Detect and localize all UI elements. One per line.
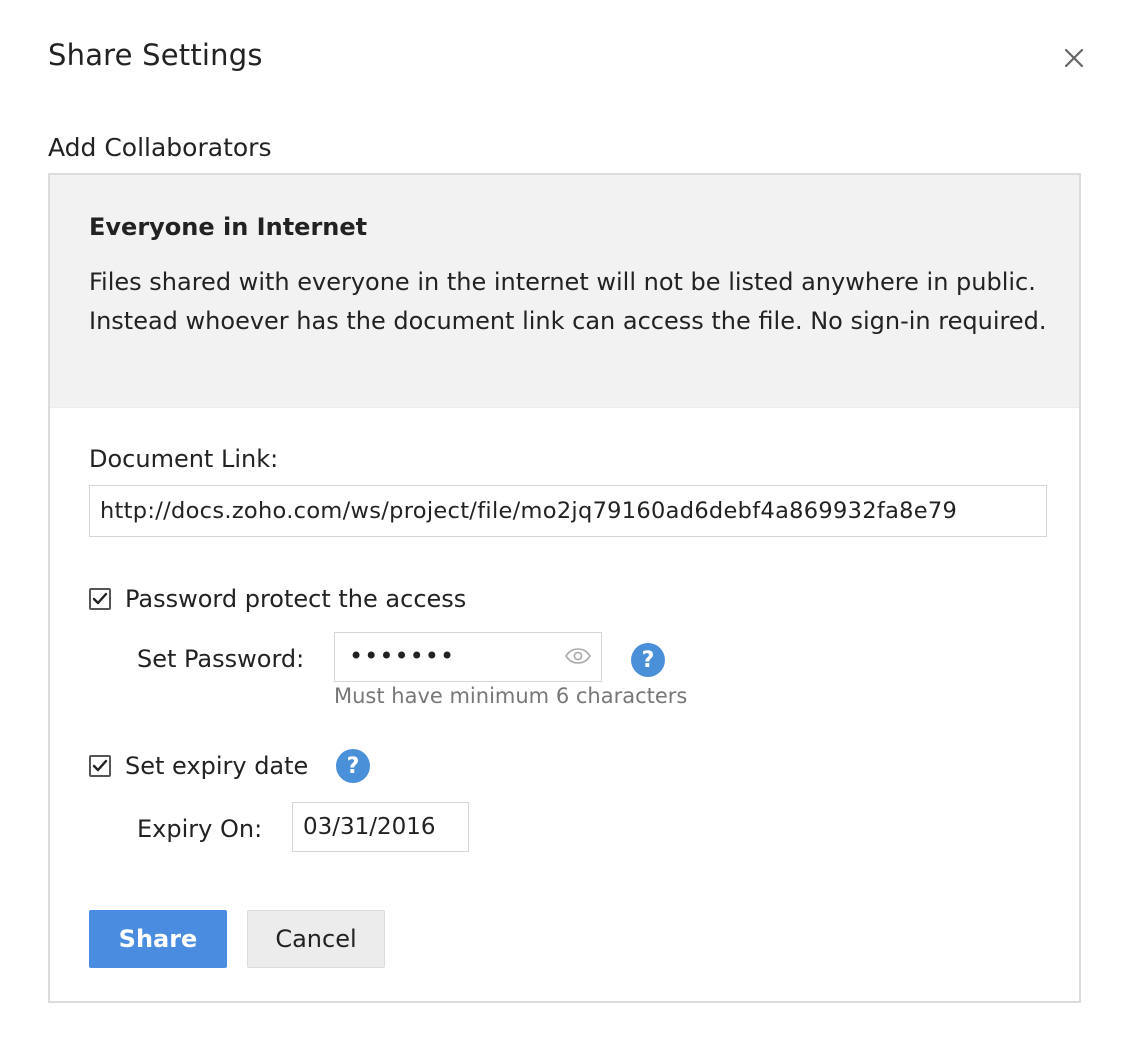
expiry-help-icon[interactable]: ? (336, 749, 370, 783)
close-button[interactable] (1058, 42, 1090, 74)
cancel-button[interactable]: Cancel (247, 910, 385, 968)
share-button[interactable]: Share (89, 910, 227, 968)
checkmark-icon (92, 759, 108, 772)
collaborators-panel: Everyone in Internet Files shared with e… (48, 173, 1081, 1003)
checkmark-icon (92, 592, 108, 605)
set-password-label: Set Password: (137, 645, 305, 673)
info-box: Everyone in Internet Files shared with e… (50, 175, 1079, 408)
password-help-icon[interactable]: ? (631, 643, 665, 677)
password-protect-checkbox-row[interactable]: Password protect the access (89, 585, 466, 613)
share-settings-dialog: Share Settings Add Collaborators Everyon… (0, 0, 1132, 1056)
password-hint: Must have minimum 6 characters (334, 684, 688, 708)
info-text: Files shared with everyone in the intern… (89, 268, 1047, 335)
password-value: ••••••• (349, 642, 456, 670)
document-link-label: Document Link: (89, 445, 279, 473)
close-icon (1064, 48, 1084, 68)
expiry-label: Set expiry date (125, 752, 309, 780)
expiry-checkbox-row[interactable]: Set expiry date (89, 752, 308, 780)
info-heading: Everyone in Internet (89, 213, 368, 241)
expiry-on-label: Expiry On: (137, 815, 263, 843)
password-field[interactable]: ••••••• (334, 632, 602, 682)
expiry-date-input[interactable] (292, 802, 469, 852)
password-protect-checkbox[interactable] (89, 588, 111, 610)
eye-icon[interactable] (565, 648, 591, 664)
password-protect-label: Password protect the access (125, 585, 467, 613)
expiry-checkbox[interactable] (89, 755, 111, 777)
section-label: Add Collaborators (48, 133, 272, 162)
dialog-title: Share Settings (48, 38, 263, 72)
document-link-input[interactable] (89, 485, 1047, 537)
